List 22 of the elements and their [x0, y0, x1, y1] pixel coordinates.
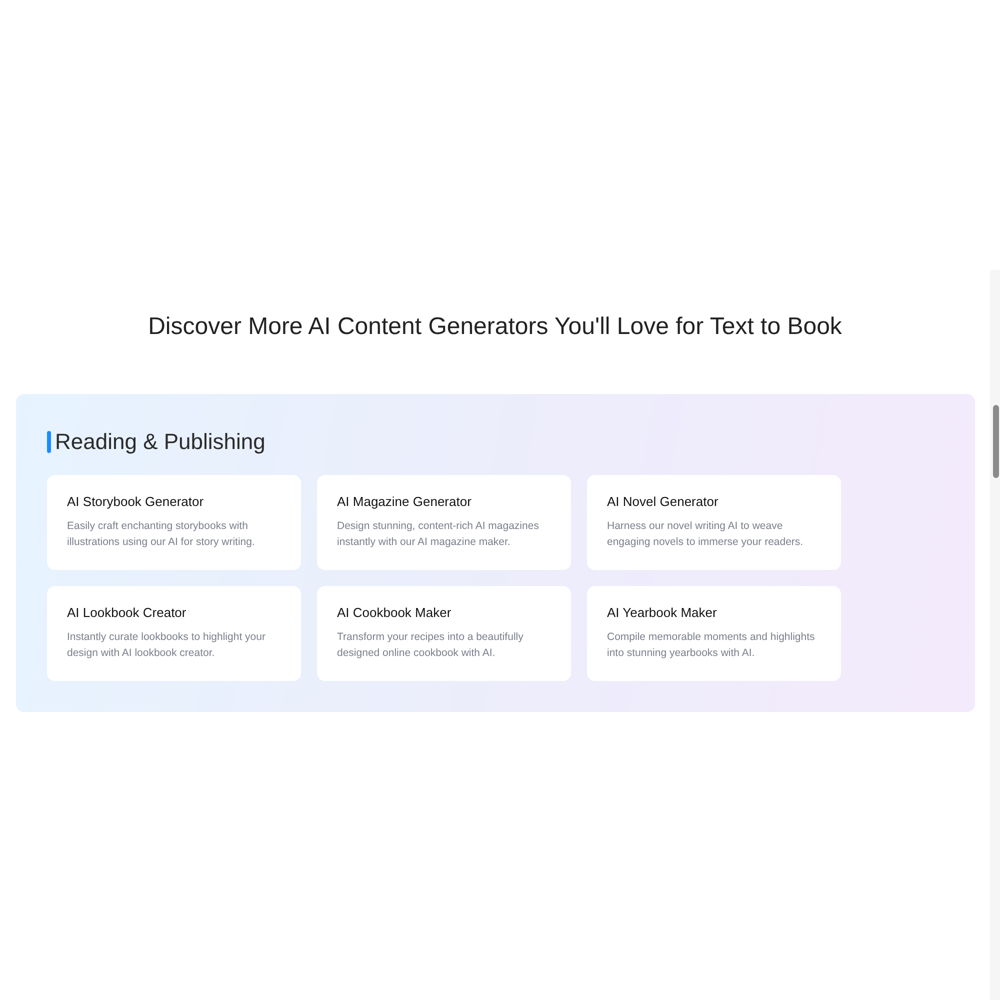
card-description: Transform your recipes into a beautifully designed online cookbook with AI.	[337, 630, 524, 661]
tool-card[interactable]: AI Storybook Generator Easily craft enchanting storybooks with illustrations using our AI for story writing.	[47, 475, 301, 570]
accent-bar	[47, 431, 51, 453]
tool-card[interactable]: AI Yearbook Maker Compile memorable moments and highlights into stunning yearbooks with AI.	[587, 586, 841, 681]
card-description: Easily craft enchanting storybooks with illustrations using our AI for story writing.	[67, 519, 256, 550]
card-title: AI Lookbook Creator	[67, 605, 188, 621]
card-description: Design stunning, content-rich AI magazines instantly with our AI magazine maker.	[337, 519, 540, 550]
section-title: Reading & Publishing	[55, 429, 266, 455]
tool-card[interactable]: AI Magazine Generator Design stunning, content-rich AI magazines instantly with our AI magazine maker.	[317, 475, 571, 570]
scrollbar-thumb[interactable]	[993, 405, 999, 478]
card-description: Compile memorable moments and highlights into stunning yearbooks with AI.	[607, 630, 816, 661]
card-title: AI Magazine Generator	[337, 494, 472, 510]
card-title: AI Cookbook Maker	[337, 605, 452, 621]
card-description: Harness our novel writing AI to weave engaging novels to immerse your readers.	[607, 519, 804, 550]
tool-card[interactable]: AI Novel Generator Harness our novel writing AI to weave engaging novels to immerse your readers.	[587, 475, 841, 570]
card-title: AI Novel Generator	[607, 494, 720, 510]
card-title: AI Storybook Generator	[67, 494, 205, 510]
tool-card[interactable]: AI Cookbook Maker Transform your recipes into a beautifully designed online cookbook with AI.	[317, 586, 571, 681]
page-heading: Discover More AI Content Generators You'll Love for Text to Book	[147, 312, 843, 342]
tool-card[interactable]: AI Lookbook Creator Instantly curate lookbooks to highlight your design with AI lookbook creator.	[47, 586, 301, 681]
card-title: AI Yearbook Maker	[607, 605, 718, 621]
card-description: Instantly curate lookbooks to highlight your design with AI lookbook creator.	[67, 630, 266, 661]
